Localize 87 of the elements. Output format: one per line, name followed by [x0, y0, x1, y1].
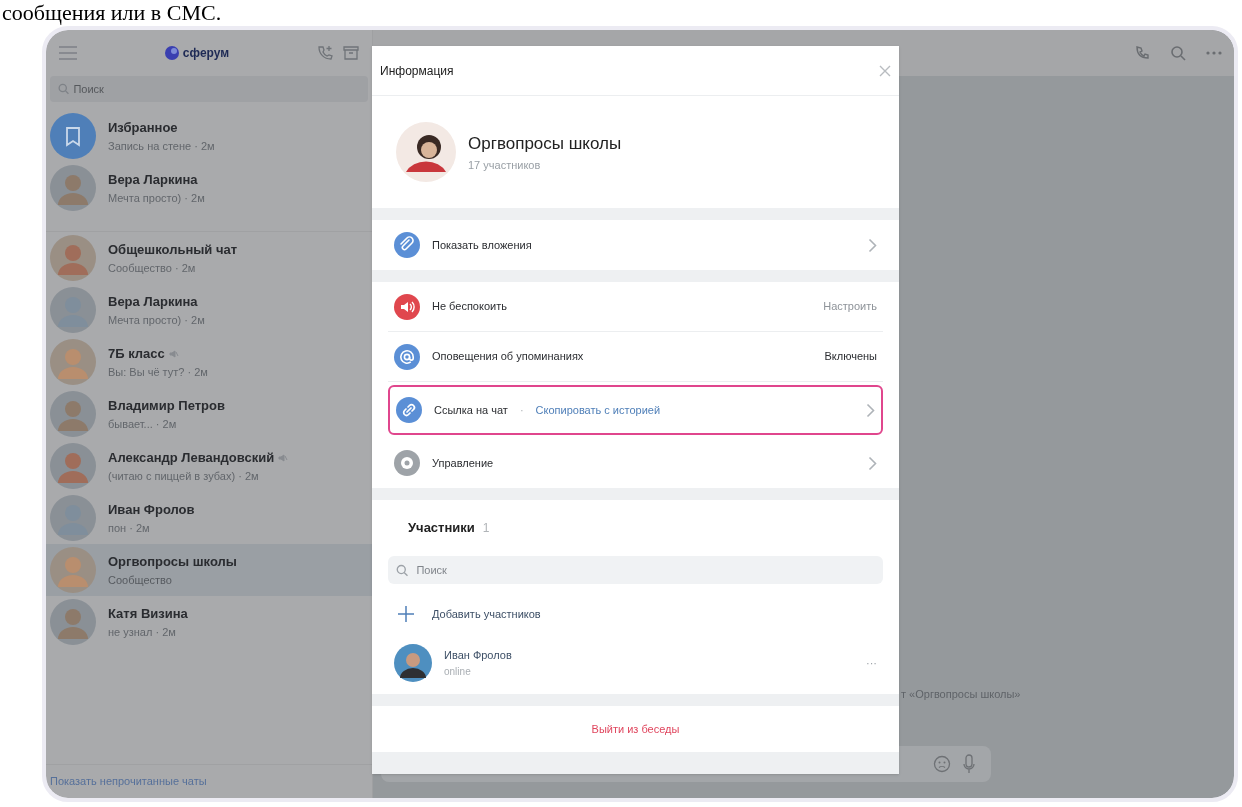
- row-label: Ссылка на чат: [434, 402, 508, 418]
- logo-text: сферум: [182, 45, 230, 62]
- phone-icon[interactable]: [1134, 45, 1150, 61]
- close-icon[interactable]: [879, 64, 891, 77]
- plus-icon: [396, 604, 416, 624]
- chat-item[interactable]: Избранное Запись на стене · 2м: [46, 110, 372, 162]
- member-row[interactable]: Иван Фролов online ···: [388, 638, 883, 688]
- chat-name: Александр Левандовский: [108, 449, 275, 467]
- chat-name: Катя Визина: [108, 605, 188, 623]
- search-icon: [58, 83, 70, 95]
- chat-preview: не узнал · 2м: [108, 624, 177, 640]
- separator-text: ·: [519, 402, 524, 418]
- settings-row[interactable]: Оповещения об упоминаниях Включены: [388, 332, 883, 382]
- add-members-button[interactable]: Добавить участников: [388, 590, 883, 638]
- search-icon: [396, 563, 409, 577]
- chat-item[interactable]: Владимир Петров бывает... · 2м: [46, 388, 372, 440]
- members-heading: Участники: [408, 519, 475, 538]
- chat-name: Оргвопросы школы: [108, 553, 237, 571]
- chat-title: Оргвопросы школы: [468, 133, 622, 155]
- user-avatar: [50, 287, 96, 333]
- row-label: Не беспокоить: [432, 299, 507, 315]
- chat-name: Владимир Петров: [108, 397, 225, 415]
- chat-item[interactable]: Общешкольный чат Сообщество · 2м: [46, 232, 372, 284]
- chevron-icon: [868, 455, 877, 471]
- chat-preview: Запись на стене · 2м: [108, 138, 215, 154]
- chat-preview: бывает... · 2м: [108, 416, 178, 432]
- user-avatar: [394, 644, 432, 682]
- row-label: Оповещения об упоминаниях: [432, 349, 584, 365]
- caption-text: сообщения или в СМС.: [2, 0, 222, 26]
- user-avatar: [50, 495, 96, 541]
- row-label: Показать вложения: [432, 237, 532, 253]
- settings-row[interactable]: Не беспокоить Настроить: [388, 282, 883, 332]
- chevron-icon: [868, 237, 877, 253]
- row-value[interactable]: Включены: [824, 348, 877, 365]
- phone-plus-icon[interactable]: [316, 44, 334, 62]
- copy-link[interactable]: Скопировать с историей: [535, 401, 661, 419]
- user-avatar: [50, 599, 96, 645]
- chat-preview: Мечта просто) · 2м: [108, 190, 205, 206]
- member-search-box[interactable]: Поиск: [388, 556, 883, 584]
- chat-preview: Сообщество · 2м: [108, 260, 197, 276]
- chat-preview: пон · 2м: [108, 520, 151, 536]
- chat-preview: Мечта просто) · 2м: [108, 312, 205, 328]
- logo-icon: [164, 46, 179, 60]
- more-icon[interactable]: [1206, 51, 1222, 55]
- chat-name: Вера Ларкина: [108, 293, 198, 311]
- members-count: 17 участников: [468, 157, 542, 173]
- archive-icon[interactable]: [342, 44, 360, 62]
- chat-name: Вера Ларкина: [108, 171, 198, 189]
- group-avatar: [50, 547, 96, 593]
- member-name: Иван Фролов: [444, 648, 513, 664]
- chat-item[interactable]: 7Б класс Вы: Вы чё тут? · 2м: [46, 336, 372, 388]
- member-status: online: [444, 664, 472, 679]
- chat-preview: (читаю с пиццей в зубах) · 2м: [108, 468, 260, 484]
- member-search-field[interactable]: Поиск: [416, 561, 875, 579]
- chat-name: Избранное: [108, 119, 178, 137]
- user-avatar: [50, 165, 96, 211]
- search-box[interactable]: Поиск: [50, 76, 368, 102]
- row-value[interactable]: Настроить: [823, 298, 877, 315]
- settings-row[interactable]: Управление: [388, 438, 883, 488]
- search-icon[interactable]: [1170, 45, 1186, 61]
- user-avatar: [50, 443, 96, 489]
- chat-preview: Сообщество: [108, 572, 173, 588]
- chat-item[interactable]: Иван Фролов пон · 2м: [46, 492, 372, 544]
- members-total: 1: [482, 520, 490, 537]
- chat-item[interactable]: Александр Левандовский (читаю с пиццей в зубах) · 2м: [46, 440, 372, 492]
- chat-item[interactable]: Вера Ларкина Мечта просто) · 2м: [46, 284, 372, 336]
- chat-name: Общешкольный чат: [108, 241, 238, 259]
- emoji-icon[interactable]: [933, 755, 951, 773]
- chat-name: 7Б класс: [108, 345, 165, 363]
- group-avatar: [396, 122, 456, 182]
- chevron-icon: [866, 402, 875, 418]
- chat-item[interactable]: Вера Ларкина Мечта просто) · 2м: [46, 162, 372, 214]
- chat-preview: Вы: Вы чё тут? · 2м: [108, 364, 208, 380]
- chat-name: Иван Фролов: [108, 501, 195, 519]
- chat-item[interactable]: Оргвопросы школы Сообщество: [46, 544, 372, 596]
- user-avatar: [50, 391, 96, 437]
- group-avatar: [50, 339, 96, 385]
- settings-row[interactable]: Ссылка на чат · Скопировать с историей: [388, 385, 883, 435]
- row-label: Управление: [432, 455, 494, 471]
- dialog-title: Информация: [380, 62, 454, 80]
- microphone-icon[interactable]: [963, 754, 975, 774]
- search-field[interactable]: Поиск: [73, 80, 360, 98]
- group-avatar: [50, 235, 96, 281]
- bookmark-avatar: [50, 113, 96, 159]
- leave-chat-button[interactable]: Выйти из беседы: [591, 720, 680, 738]
- menu-icon[interactable]: [58, 46, 78, 60]
- chat-item[interactable]: Катя Визина не узнал · 2м: [46, 596, 372, 648]
